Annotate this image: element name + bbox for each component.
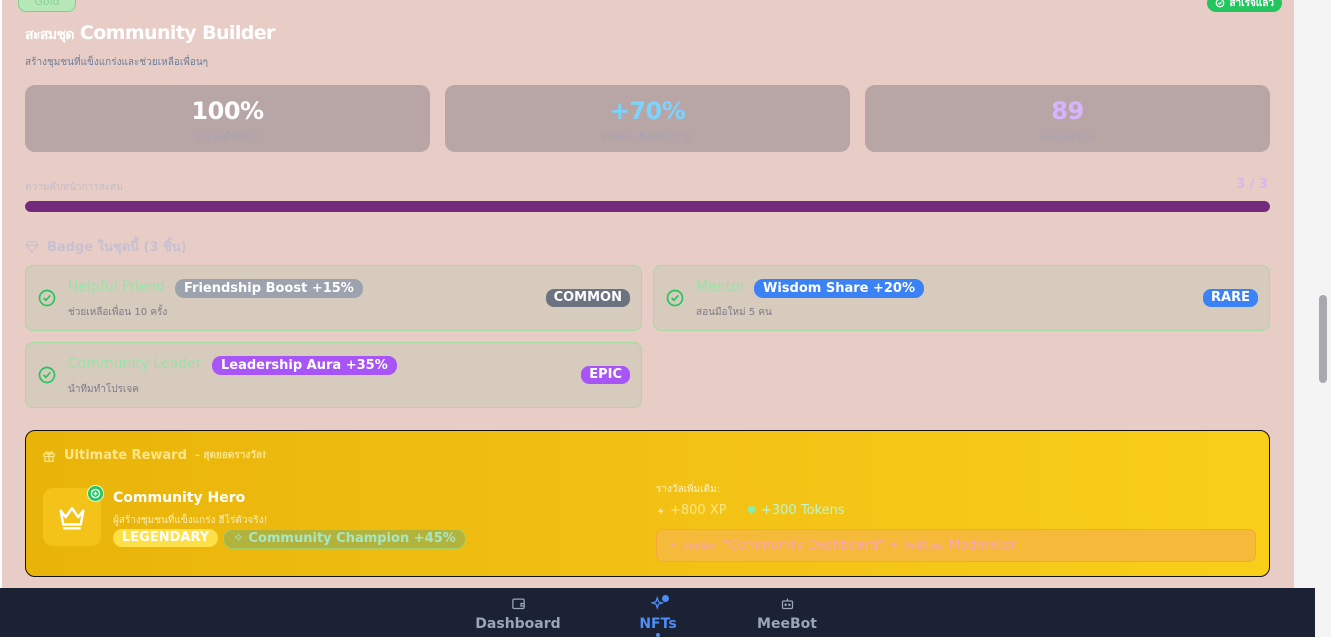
- progress-label: ความคืบหน้าการสะสม: [25, 182, 123, 193]
- badge-card-community-leader[interactable]: Community Leader Leadership Aura +35% นำ…: [25, 342, 642, 408]
- progress-bar: [25, 201, 1270, 212]
- ultimate-reward-heading: Ultimate Reward – สุดยอดรางวัล!: [42, 448, 267, 463]
- nav-item-meebot[interactable]: MeeBot: [737, 596, 837, 632]
- badge-description: สอนมือใหม่ 5 คน: [696, 307, 772, 318]
- nav-item-nfts[interactable]: NFTs: [608, 596, 708, 632]
- notification-dot: [662, 595, 669, 602]
- rarity-badge: RARE: [1203, 289, 1258, 307]
- sparkles-icon: [668, 541, 676, 548]
- badge-boost: Wisdom Share +20%: [754, 279, 924, 298]
- scrollbar-thumb[interactable]: [1319, 295, 1327, 383]
- badges-section-heading: Badge ในชุดนี้ (3 ชิ้น): [25, 236, 187, 257]
- stat-label: ความคืบหน้า: [196, 130, 259, 143]
- ultimate-reward-card[interactable]: Ultimate Reward – สุดยอดรางวัล! Communit…: [25, 430, 1270, 577]
- progress-fill: [25, 201, 1270, 212]
- legendary-badge: LEGENDARY: [113, 529, 219, 547]
- check-circle-icon: [666, 289, 684, 307]
- plus-circle-icon: [87, 485, 104, 502]
- nav-item-dashboard[interactable]: Dashboard: [468, 596, 568, 632]
- gift-icon: [43, 450, 55, 462]
- ultimate-reward-description: ผู้สร้างชุมชนที่แข็งแกร่ง ฮีโร่ตัวจริง!: [113, 515, 268, 526]
- badge-name: Helpful Friend: [68, 279, 166, 295]
- extra-rewards-label: รางวัลเพิ่มเติม:: [656, 484, 721, 495]
- stat-label: คะแนนรวม: [1040, 130, 1095, 143]
- badge-description: ช่วยเหลือเพื่อน 10 ครั้ง: [68, 307, 168, 318]
- progress-count: 3 / 3: [1236, 177, 1268, 192]
- check-circle-icon: [38, 289, 56, 307]
- bottom-navigation: Dashboard NFTs MeeBot: [0, 588, 1315, 637]
- collection-panel: Gold สำเร็จแล้ว สะสมชุด Community Builde…: [2, 0, 1294, 588]
- completed-badge: สำเร็จแล้ว: [1207, 0, 1282, 12]
- rarity-badge: COMMON: [545, 289, 630, 307]
- check-circle-icon: [38, 366, 56, 384]
- completed-badge-label: สำเร็จแล้ว: [1229, 0, 1274, 9]
- ultimate-boost-badge: ✧ Community Champion +45%: [223, 529, 466, 549]
- xp-reward: +800 XP: [656, 503, 727, 518]
- badge-boost: Leadership Aura +35%: [212, 356, 397, 375]
- stat-power-boost: +70% Power Boost รวม: [445, 85, 850, 152]
- stat-label: Power Boost รวม: [602, 130, 693, 143]
- rarity-badge: EPIC: [581, 366, 630, 384]
- stat-progress: 100% ความคืบหน้า: [25, 85, 430, 152]
- stat-score: 89 คะแนนรวม: [865, 85, 1270, 152]
- badge-name: Mentor: [696, 279, 746, 295]
- tier-badge: Gold: [18, 0, 76, 12]
- token-reward: +300 Tokens: [746, 503, 845, 518]
- badge-description: นำทีมทำโปรเจค: [68, 384, 139, 395]
- gem-icon: [25, 240, 39, 253]
- ultimate-reward-name: Community Hero: [113, 490, 246, 506]
- badge-name: Community Leader: [68, 356, 202, 372]
- stat-value: 89: [1051, 97, 1084, 125]
- badge-card-helpful-friend[interactable]: Helpful Friend Friendship Boost +15% ช่ว…: [25, 265, 642, 331]
- bot-icon: [781, 598, 793, 610]
- gem-icon: [746, 506, 757, 515]
- stat-value: +70%: [609, 97, 686, 125]
- active-indicator: [656, 633, 660, 637]
- collection-subtitle: สร้างชุมชนที่แข็งแกร่งและช่วยเหลือเพื่อน…: [25, 57, 209, 68]
- crown-icon: [59, 507, 85, 530]
- stat-value: 100%: [191, 97, 264, 125]
- collection-title: สะสมชุด Community Builder: [25, 22, 275, 44]
- badge-card-mentor[interactable]: Mentor Wisdom Share +20% สอนมือใหม่ 5 คน…: [653, 265, 1270, 331]
- badge-boost: Friendship Boost +15%: [175, 279, 363, 298]
- lightning-icon: [657, 506, 664, 515]
- unlock-reward: ปลดล็อก "Community Dashboard" + สิทธิ์พิ…: [656, 529, 1256, 562]
- wallet-icon: [511, 598, 525, 610]
- check-circle-icon: [1216, 0, 1225, 8]
